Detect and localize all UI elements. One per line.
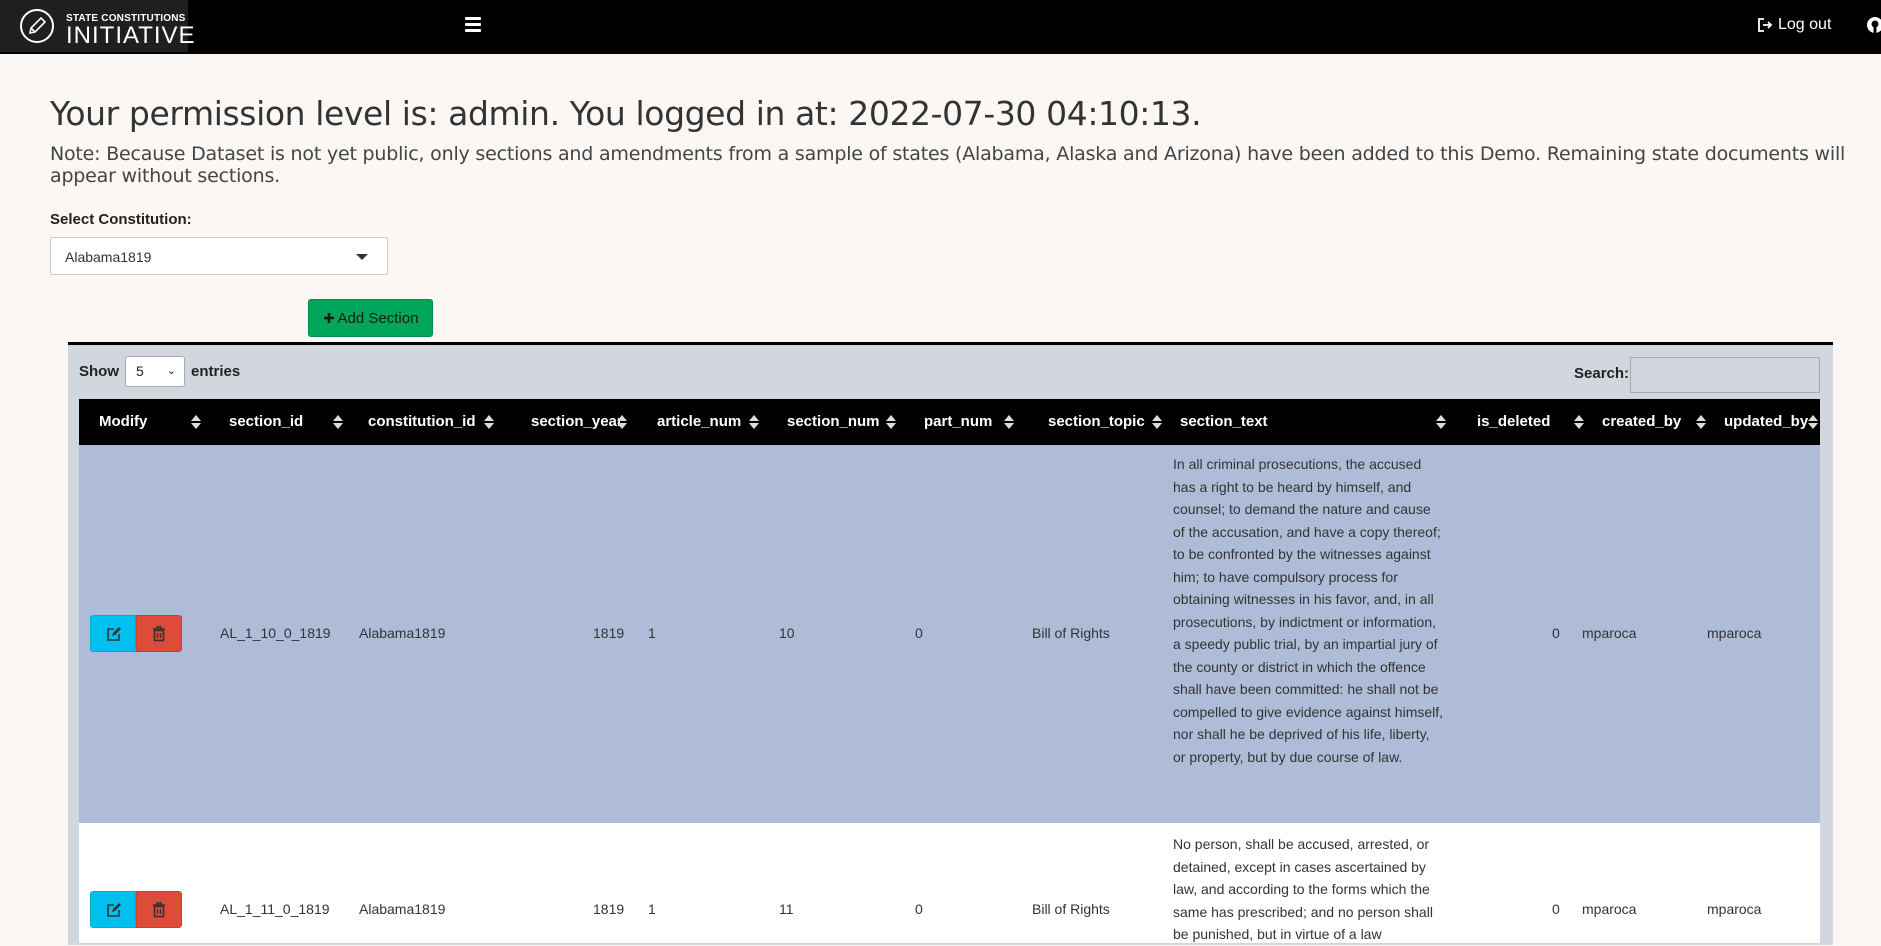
- site-logo[interactable]: STATE CONSTITUTIONS INITIATIVE: [0, 0, 195, 52]
- logout-link[interactable]: Log out: [1758, 16, 1831, 34]
- sort-icon: [484, 415, 494, 430]
- cell-updated-by: mparoca: [1707, 901, 1762, 917]
- table-row[interactable]: AL_1_10_0_1819 Alabama1819 1819 1 10 0 B…: [79, 445, 1820, 823]
- delete-button[interactable]: [136, 615, 182, 652]
- entries-length-select[interactable]: 5 ⌄: [125, 356, 185, 387]
- sort-icon: [886, 415, 896, 430]
- top-navbar: STATE CONSTITUTIONS INITIATIVE Log out: [0, 0, 1881, 54]
- cell-article-num: 1: [648, 625, 656, 641]
- cell-section-text: No person, shall be accused, arrested, o…: [1173, 836, 1433, 942]
- column-header-constitution-id[interactable]: constitution_id: [344, 399, 504, 445]
- constitution-select[interactable]: Alabama1819: [50, 237, 388, 275]
- sort-icon: [191, 415, 201, 430]
- edit-icon: [107, 903, 121, 917]
- column-label: created_by: [1602, 413, 1682, 430]
- column-label: article_num: [657, 413, 742, 430]
- show-label: Show: [79, 363, 119, 380]
- cell-constitution-id: Alabama1819: [359, 901, 446, 917]
- cell-section-text: In all criminal prosecutions, the accuse…: [1173, 456, 1444, 765]
- cell-part-num: 0: [915, 901, 923, 917]
- column-header-section-id[interactable]: section_id: [207, 399, 344, 445]
- pencil-icon: [20, 9, 54, 43]
- table-header: Modify section_id constitution_id sectio…: [79, 399, 1820, 445]
- sort-icon: [333, 415, 343, 430]
- entries-length-value: 5: [136, 363, 144, 379]
- add-section-label: Add Section: [337, 309, 419, 327]
- cell-created-by: mparoca: [1582, 901, 1637, 917]
- column-label: section_text: [1180, 413, 1268, 430]
- search-input[interactable]: [1630, 357, 1820, 393]
- column-label: Modify: [99, 413, 148, 430]
- column-label: section_year: [531, 413, 623, 430]
- entries-label: entries: [191, 363, 241, 380]
- table-row[interactable]: AL_1_11_0_1819 Alabama1819 1819 1 11 0 B…: [79, 823, 1820, 943]
- sort-icon: [1574, 415, 1584, 430]
- column-label: part_num: [924, 413, 993, 430]
- cell-section-year: 1819: [593, 901, 625, 917]
- column-header-article-num[interactable]: article_num: [630, 399, 761, 445]
- column-header-section-topic[interactable]: section_topic: [1016, 399, 1166, 445]
- sort-icon: [1808, 415, 1818, 430]
- column-label: section_topic: [1048, 413, 1145, 430]
- cell-updated-by: mparoca: [1707, 625, 1762, 641]
- logo-title: INITIATIVE: [66, 22, 196, 49]
- cell-section-topic: Bill of Rights: [1032, 625, 1110, 641]
- column-label: constitution_id: [368, 413, 476, 430]
- plus-icon: [323, 313, 334, 323]
- sign-out-icon: [1758, 18, 1773, 32]
- cell-section-id: AL_1_11_0_1819: [220, 901, 330, 917]
- cell-section-topic: Bill of Rights: [1032, 901, 1110, 917]
- sort-icon: [1696, 415, 1706, 430]
- column-header-modify[interactable]: Modify: [79, 399, 207, 445]
- trash-icon: [153, 626, 165, 642]
- sections-table: Modify section_id constitution_id sectio…: [79, 399, 1820, 943]
- column-label: section_num: [787, 413, 880, 430]
- edit-button[interactable]: [90, 615, 136, 652]
- column-label: updated_by: [1724, 413, 1809, 430]
- cell-is-deleted: 0: [1552, 625, 1560, 641]
- search-label: Search:: [1574, 365, 1630, 382]
- table-length-control: Show 5 ⌄ entries: [79, 356, 240, 387]
- sort-icon: [617, 415, 627, 430]
- column-label: is_deleted: [1477, 413, 1551, 430]
- column-header-section-year[interactable]: section_year: [504, 399, 630, 445]
- column-header-is-deleted[interactable]: is_deleted: [1463, 399, 1590, 445]
- caret-down-icon: [356, 254, 368, 260]
- sort-icon: [1436, 415, 1446, 430]
- cell-article-num: 1: [648, 901, 656, 917]
- cell-is-deleted: 0: [1552, 901, 1560, 917]
- column-header-part-num[interactable]: part_num: [898, 399, 1016, 445]
- sort-icon: [1004, 415, 1014, 430]
- edit-icon: [107, 627, 121, 641]
- cell-constitution-id: Alabama1819: [359, 625, 446, 641]
- demo-note: Note: Because Dataset is not yet public,…: [50, 143, 1846, 187]
- column-header-updated-by[interactable]: updated_by: [1710, 399, 1820, 445]
- cell-created-by: mparoca: [1582, 625, 1637, 641]
- column-label: section_id: [229, 413, 304, 430]
- permission-heading: Your permission level is: admin. You log…: [50, 94, 1202, 133]
- cell-section-num: 10: [779, 625, 795, 641]
- select-constitution-label: Select Constitution:: [50, 211, 192, 228]
- trash-icon: [153, 902, 165, 918]
- column-header-section-num[interactable]: section_num: [761, 399, 898, 445]
- cell-section-id: AL_1_10_0_1819: [220, 625, 331, 641]
- logout-label: Log out: [1778, 16, 1832, 33]
- sort-icon: [1152, 415, 1162, 430]
- hamburger-menu-icon[interactable]: [465, 17, 481, 35]
- github-icon[interactable]: [1866, 16, 1881, 34]
- cell-section-year: 1819: [593, 625, 625, 641]
- sort-icon: [749, 415, 759, 430]
- chevron-down-icon: ⌄: [166, 365, 176, 377]
- cell-section-num: 11: [779, 901, 794, 917]
- column-header-created-by[interactable]: created_by: [1590, 399, 1710, 445]
- cell-part-num: 0: [915, 625, 923, 641]
- add-section-button[interactable]: Add Section: [308, 299, 433, 337]
- column-header-section-text[interactable]: section_text: [1166, 399, 1463, 445]
- edit-button[interactable]: [90, 891, 136, 928]
- constitution-select-value: Alabama1819: [65, 249, 152, 265]
- delete-button[interactable]: [136, 891, 182, 928]
